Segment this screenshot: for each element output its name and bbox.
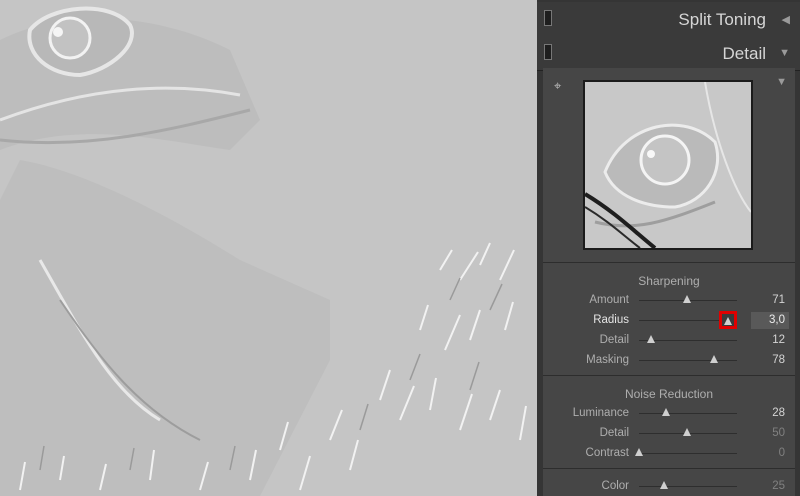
sharpen-detail-value[interactable]: 12 [772,334,785,346]
detail-panel: ⌖ ▼ Sharpening Amount 71 Radius 3,0 Deta… [543,68,795,496]
color-value[interactable]: 25 [772,480,785,492]
sharpen-detail-slider[interactable] [639,335,737,343]
contrast-slider-row: Contrast 0 [543,445,795,463]
preview-image [585,82,751,248]
luminance-slider-row: Luminance 28 [543,405,795,423]
split-toning-header[interactable]: Split Toning ◀ [537,2,800,37]
detail-title: Detail [722,44,766,63]
contrast-slider-thumb[interactable] [635,448,643,456]
color-slider-row: Color 25 [543,478,795,496]
masking-value[interactable]: 78 [772,354,785,366]
sharpen-detail-slider-thumb[interactable] [646,335,655,343]
noise-reduction-title: Noise Reduction [624,387,714,401]
masking-slider-thumb[interactable] [710,355,719,363]
radius-slider-row: Radius 3,0 [543,311,795,330]
contrast-label: Contrast [585,447,629,459]
detail-slider-row: Detail 12 [543,332,795,350]
detail-preview[interactable] [583,80,753,250]
radius-value[interactable]: 3,0 [769,314,785,326]
amount-slider-row: Amount 71 [543,292,795,310]
sharpen-detail-label: Detail [599,334,629,346]
panel-switch-icon[interactable] [544,44,552,60]
amount-label: Amount [589,294,629,306]
triangle-down-icon[interactable]: ▼ [779,47,790,59]
panel-switch-icon[interactable] [544,10,552,26]
color-slider[interactable] [639,481,737,489]
radius-highlight-box [719,311,737,329]
radius-value-field[interactable]: 3,0 [751,312,789,329]
luminance-slider-thumb[interactable] [662,408,671,416]
color-slider-thumb[interactable] [659,481,668,489]
masking-slider[interactable] [639,355,737,363]
triangle-left-icon[interactable]: ◀ [782,13,790,26]
masking-label: Masking [586,354,629,366]
photo-canvas[interactable] [0,0,537,496]
high-pass-photo [0,0,537,496]
section-divider [543,375,795,376]
triangle-down-icon[interactable]: ▼ [776,76,787,88]
amount-slider-thumb[interactable] [683,295,692,303]
section-divider [543,262,795,263]
crosshair-icon[interactable]: ⌖ [554,78,561,94]
luminance-slider[interactable] [639,408,737,416]
luminance-label: Luminance [572,407,629,419]
contrast-value[interactable]: 0 [779,447,785,459]
amount-slider[interactable] [639,295,737,303]
luminance-value[interactable]: 28 [772,407,785,419]
noise-detail-slider-row: Detail 50 [543,425,795,443]
amount-value[interactable]: 71 [772,294,785,306]
noise-detail-value[interactable]: 50 [772,427,785,439]
contrast-slider[interactable] [635,448,737,456]
sharpening-title: Sharpening [638,274,700,288]
color-label: Color [601,480,629,492]
radius-label: Radius [593,314,629,326]
split-toning-title: Split Toning [678,10,766,29]
section-divider [543,468,795,469]
radius-slider-thumb[interactable] [724,317,732,325]
noise-detail-slider[interactable] [639,428,737,436]
right-panel: Split Toning ◀ Detail ▼ ⌖ ▼ Sharpening A… [537,0,800,496]
noise-detail-label: Detail [599,427,629,439]
noise-detail-slider-thumb[interactable] [683,428,692,436]
masking-slider-row: Masking 78 [543,352,795,370]
detail-header[interactable]: Detail ▼ [537,36,800,71]
